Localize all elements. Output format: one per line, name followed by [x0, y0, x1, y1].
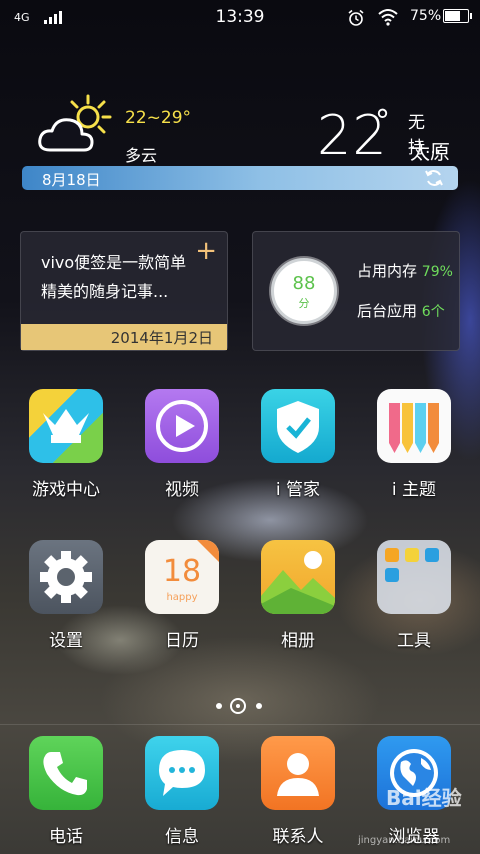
theme-pencils-icon: [377, 389, 451, 463]
folder-mini-app-icon: [425, 548, 439, 562]
folder-mini-app-icon: [405, 548, 419, 562]
dock-contacts[interactable]: 联系人: [243, 736, 353, 847]
temperature-range: 22~29°: [125, 108, 192, 128]
app-label: 设置: [49, 631, 83, 651]
app-label: 视频: [165, 480, 199, 500]
memory-score-badge[interactable]: 88 分: [271, 258, 337, 324]
app-i-manager[interactable]: i 管家: [243, 389, 353, 500]
app-label: 工具: [397, 631, 431, 651]
background-apps-value: 6个: [421, 304, 445, 320]
wifi-icon: [378, 9, 398, 26]
weather-date: 8月18日: [42, 171, 101, 189]
app-label: 游戏中心: [32, 480, 100, 500]
degree-symbol: °: [375, 104, 390, 139]
app-tools-folder[interactable]: 工具: [359, 540, 469, 651]
memory-score: 88: [292, 273, 316, 294]
dock-phone[interactable]: 电话: [11, 736, 121, 847]
dock-messages[interactable]: 信息: [127, 736, 237, 847]
folder-mini-app-icon: [385, 568, 399, 582]
app-label: 日历: [165, 631, 199, 651]
weather-condition: 多云: [125, 146, 158, 165]
app-label: i 主题: [391, 480, 437, 500]
memory-usage-row: 占用内存 79%: [357, 260, 453, 281]
memory-score-unit: 分: [298, 297, 310, 310]
refresh-icon[interactable]: [424, 168, 444, 188]
page-dot: [256, 703, 262, 709]
gear-icon: [29, 540, 103, 614]
phone-icon: [29, 736, 103, 810]
background-apps-row: 后台应用 6个: [357, 300, 445, 321]
memory-widget[interactable]: 88 分 占用内存 79% 后台应用 6个: [252, 231, 460, 351]
folder-icon: [377, 540, 451, 614]
calendar-sub: happy: [166, 592, 198, 603]
memory-usage-value: 79%: [421, 264, 453, 280]
battery-icon: [443, 9, 472, 23]
app-calendar[interactable]: 18 happy 日历: [127, 540, 237, 651]
status-time: 13:39: [215, 7, 265, 27]
app-i-theme[interactable]: i 主题: [359, 389, 469, 500]
app-video[interactable]: 视频: [127, 389, 237, 500]
app-settings[interactable]: 设置: [11, 540, 121, 651]
message-icon: [145, 736, 219, 810]
background-apps-label: 后台应用: [357, 302, 418, 320]
video-play-icon: [145, 389, 219, 463]
note-text: vivo便签是一款简单精美的随身记事...: [41, 253, 187, 301]
app-gallery[interactable]: 相册: [243, 540, 353, 651]
page-dot-active-center: [236, 704, 240, 708]
battery-fill: [445, 11, 460, 21]
shield-check-icon: [261, 389, 335, 463]
calendar-day: 18: [162, 554, 202, 589]
game-center-icon: [29, 389, 103, 463]
partly-cloudy-icon: [38, 94, 112, 152]
app-game-center[interactable]: 游戏中心: [11, 389, 121, 500]
gallery-icon: [261, 540, 335, 614]
calendar-icon: 18 happy: [145, 540, 219, 614]
alarm-icon: [348, 9, 364, 26]
date-bar: 8月18日: [22, 166, 458, 190]
app-label: i 管家: [275, 480, 321, 500]
contacts-icon: [261, 736, 335, 810]
city-name: 太原: [410, 140, 450, 164]
app-label: 相册: [281, 631, 315, 651]
dock-divider: [0, 724, 480, 725]
app-label: 信息: [165, 827, 199, 847]
note-date: 2014年1月2日: [21, 324, 227, 350]
app-label: 联系人: [272, 827, 324, 847]
memory-usage-label: 占用内存: [357, 262, 418, 280]
page-indicator[interactable]: [216, 697, 266, 717]
watermark-url: jingyan.baidu.com: [358, 835, 451, 846]
weather-widget[interactable]: 22~29° 多云 22 ° 无持... 太原 8月18日: [22, 90, 458, 194]
page-dot: [216, 703, 222, 709]
watermark-logo: Bai经验: [386, 786, 462, 810]
app-label: 电话: [49, 827, 83, 847]
status-bar: 4G 13:39 75%: [0, 0, 480, 34]
add-note-icon[interactable]: +: [195, 238, 217, 264]
note-widget[interactable]: vivo便签是一款简单精美的随身记事... + 2014年1月2日: [20, 231, 228, 351]
battery-percent: 75%: [410, 8, 442, 24]
folder-mini-app-icon: [385, 548, 399, 562]
